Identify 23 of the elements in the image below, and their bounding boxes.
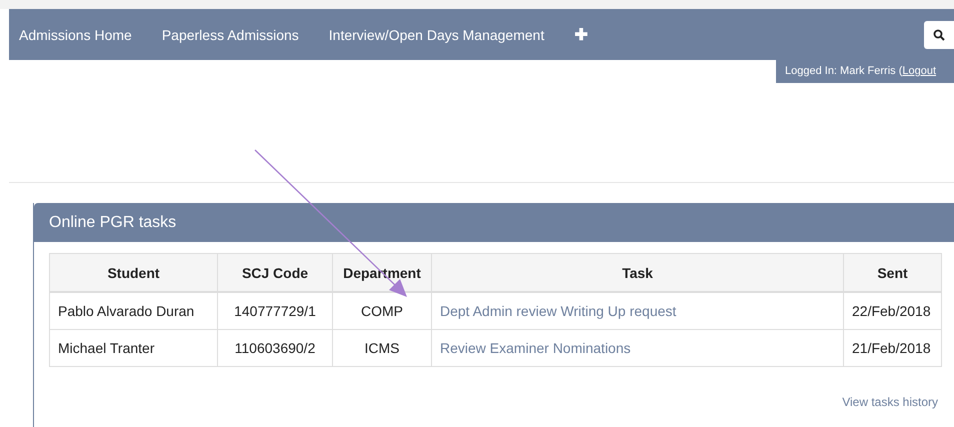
column-header: Task — [432, 254, 844, 292]
nav-link[interactable]: Admissions Home — [19, 26, 132, 42]
login-status: Logged In: Mark Ferris (Logout — [776, 60, 954, 83]
table-cell: 110603690/2 — [218, 330, 332, 366]
column-header: Student — [50, 254, 218, 292]
search-button[interactable] — [924, 20, 954, 48]
table-cell: 21/Feb/2018 — [844, 330, 942, 366]
table-cell: Pablo Alvarado Duran — [50, 292, 218, 330]
table-cell: ICMS — [332, 330, 432, 366]
table-cell: 140777729/1 — [218, 292, 332, 330]
column-header: Sent — [844, 254, 942, 292]
task-link[interactable]: Dept Admin review Writing Up request — [440, 303, 676, 319]
panel-title: Online PGR tasks — [49, 214, 176, 232]
table-cell: 22/Feb/2018 — [844, 292, 942, 330]
column-header: SCJ Code — [218, 254, 332, 292]
table-cell: Michael Tranter — [50, 330, 218, 366]
history-link[interactable]: View tasks history — [842, 395, 938, 409]
add-button[interactable]: ✚ — [574, 24, 588, 44]
nav-link[interactable]: Interview/Open Days Management — [328, 26, 544, 42]
nav-link[interactable]: Paperless Admissions — [162, 26, 299, 42]
task-link[interactable]: Review Examiner Nominations — [440, 340, 631, 356]
search-icon — [933, 28, 945, 40]
logout-link[interactable]: Logout — [902, 65, 936, 77]
